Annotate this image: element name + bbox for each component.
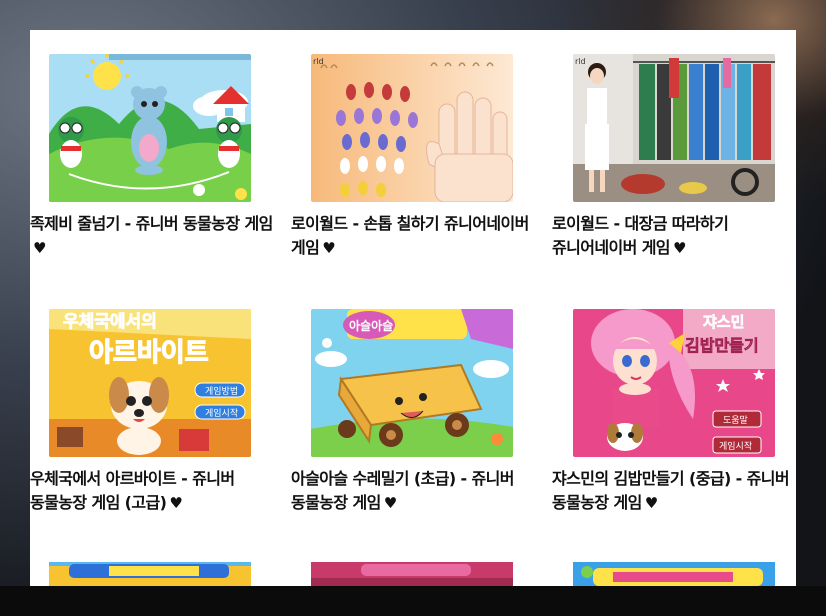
heart-icon[interactable]: ♥: [169, 494, 182, 512]
game-title[interactable]: 우체국에서 아르바이트 - 쥬니버 동물농장 게임 (고급) ♥: [30, 467, 274, 515]
game-thumbnail-partial[interactable]: [311, 562, 513, 586]
jump-rope-scene-image: [49, 54, 251, 202]
game-title[interactable]: 아슬아슬 수레밀기 (초급) - 쥬니버 동물농장 게임 ♥: [291, 467, 535, 515]
cart-push-scene-image: 아슬아슬: [311, 309, 513, 457]
game-title[interactable]: 로이월드 - 대장금 따라하기 쥬니어네이버 게임 ♥: [552, 212, 796, 260]
kimbap-scene-image: 쟈스민 김밥만들기 도움말 게임시작: [573, 309, 775, 457]
game-title-text[interactable]: 로이월드 - 대장금 따라하기 쥬니어네이버 게임: [552, 214, 729, 257]
game-thumbnail[interactable]: 쟈스민 김밥만들기 도움말 게임시작: [573, 309, 775, 457]
heart-icon[interactable]: ♥: [384, 494, 397, 512]
thumbnail-title-text: 쟈스민: [703, 313, 744, 331]
game-title[interactable]: 로이월드 - 손톱 칠하기 쥬니어네이버 게임 ♥: [291, 212, 535, 260]
dress-up-scene-image: rld: [573, 54, 775, 202]
thumbnail-title-text: 우체국에서의: [63, 312, 157, 332]
partial-thumbnail-image: [311, 562, 513, 586]
partial-thumbnail-image: [573, 562, 775, 586]
heart-icon[interactable]: ♥: [673, 239, 686, 257]
heart-icon[interactable]: ♥: [645, 494, 658, 512]
game-title-text[interactable]: 아슬아슬 수레밀기 (초급) - 쥬니버 동물농장 게임: [291, 469, 515, 512]
game-title[interactable]: 쟈스민의 김밥만들기 (중급) - 쥬니버 동물농장 게임 ♥: [552, 467, 796, 515]
heart-icon[interactable]: ♥: [33, 239, 46, 257]
game-title-text[interactable]: 쟈스민의 김밥만들기 (중급) - 쥬니버 동물농장 게임: [552, 469, 790, 512]
game-thumbnail[interactable]: 아슬아슬: [311, 309, 513, 457]
game-list-panel: 족제비 줄넘기 - 쥬니버 동물농장 게임 ♥ rld 로이월드 - 손톱 칠하기…: [30, 30, 796, 586]
thumbnail-title-text: 아르바이트: [89, 338, 209, 368]
game-thumbnail[interactable]: 우체국에서의 아르바이트 게임방법 게임시작: [49, 309, 251, 457]
game-title-text[interactable]: 우체국에서 아르바이트 - 쥬니버 동물농장 게임 (고급): [30, 469, 235, 512]
game-title-text[interactable]: 족제비 줄넘기 - 쥬니버 동물농장 게임: [30, 214, 273, 233]
game-thumbnail-partial[interactable]: [49, 562, 251, 586]
heart-icon[interactable]: ♥: [322, 239, 335, 257]
thumbnail-brand-text: rld: [575, 57, 586, 66]
thumbnail-button-text: 게임시작: [205, 407, 238, 419]
thumbnail-title-text: 김밥만들기: [685, 336, 759, 355]
game-thumbnail[interactable]: [49, 54, 251, 202]
game-title[interactable]: 족제비 줄넘기 - 쥬니버 동물농장 게임 ♥: [30, 212, 274, 260]
game-thumbnail-partial[interactable]: [573, 562, 775, 586]
thumbnail-button-text: 게임시작: [719, 440, 752, 452]
post-office-scene-image: 우체국에서의 아르바이트 게임방법 게임시작: [49, 309, 251, 457]
bottom-bar: [0, 586, 826, 616]
partial-thumbnail-image: [49, 562, 251, 586]
thumbnail-brand-text: rld: [313, 57, 324, 66]
thumbnail-button-text: 도움말: [723, 414, 748, 426]
nail-painting-scene-image: rld: [311, 54, 513, 202]
thumbnail-title-text: 아슬아슬: [349, 318, 393, 333]
game-thumbnail[interactable]: rld: [573, 54, 775, 202]
game-thumbnail[interactable]: rld: [311, 54, 513, 202]
thumbnail-button-text: 게임방법: [205, 385, 238, 397]
